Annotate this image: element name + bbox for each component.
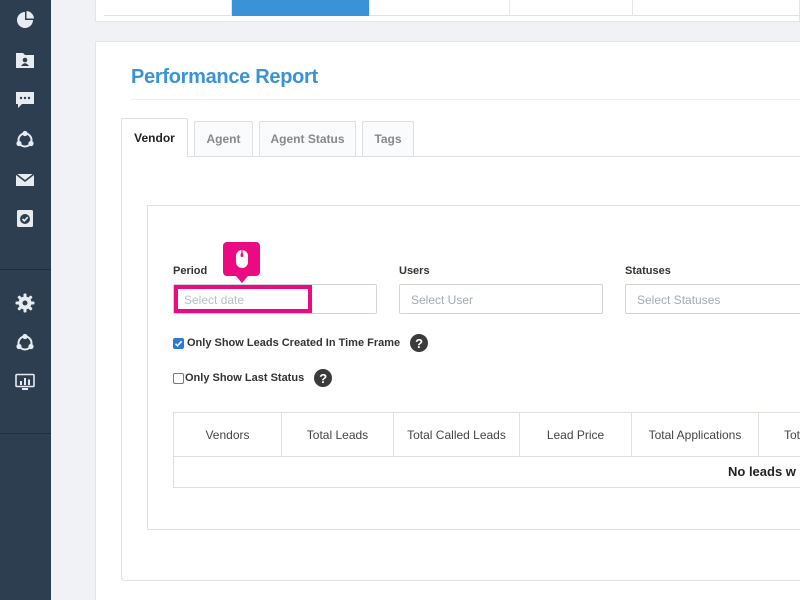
checkmark-icon xyxy=(174,340,183,347)
tab-agent[interactable]: Agent xyxy=(194,121,253,156)
col-header-total-called-leads[interactable]: Total Called Leads xyxy=(394,413,520,456)
statuses-placeholder: Select Statuses xyxy=(637,293,721,307)
top-segment[interactable] xyxy=(370,0,510,16)
users-select[interactable]: Select User xyxy=(399,284,603,314)
only-created-checkbox[interactable] xyxy=(173,337,184,349)
share-network-icon[interactable] xyxy=(13,331,37,355)
col-header-vendors[interactable]: Vendors xyxy=(174,413,282,456)
page-title: Performance Report xyxy=(131,66,318,88)
col-header-truncated[interactable]: Tot xyxy=(759,413,800,456)
top-segment-active[interactable] xyxy=(232,0,370,16)
mouse-click-indicator xyxy=(223,242,260,283)
tab-agent-status[interactable]: Agent Status xyxy=(259,121,356,156)
clipboard-check-icon[interactable] xyxy=(13,206,37,230)
only-created-label: Only Show Leads Created In Time Frame xyxy=(187,337,401,349)
title-divider xyxy=(131,99,800,100)
only-created-option: Only Show Leads Created In Time Frame ? xyxy=(173,334,429,352)
col-header-total-leads[interactable]: Total Leads xyxy=(282,413,394,456)
gear-icon[interactable] xyxy=(13,291,37,315)
chat-bubble-icon[interactable] xyxy=(13,88,37,112)
sidebar xyxy=(0,0,51,600)
contact-folder-icon[interactable] xyxy=(13,48,37,72)
period-label: Period xyxy=(173,265,208,277)
top-segment[interactable] xyxy=(104,0,232,16)
col-header-total-applications[interactable]: Total Applications xyxy=(632,413,759,456)
only-last-status-option: Only Show Last Status ? xyxy=(173,369,333,387)
sidebar-divider xyxy=(0,433,51,434)
top-segment[interactable] xyxy=(510,0,633,16)
mouse-icon xyxy=(235,250,248,268)
only-last-status-checkbox[interactable] xyxy=(173,372,184,384)
top-strip xyxy=(95,0,800,22)
tab-tags[interactable]: Tags xyxy=(362,121,414,156)
users-placeholder: Select User xyxy=(411,293,474,307)
statuses-select[interactable]: Select Statuses xyxy=(625,284,800,314)
pie-chart-icon[interactable] xyxy=(13,8,37,32)
sidebar-divider xyxy=(0,269,51,270)
vendor-table: Vendors Total Leads Total Called Leads L… xyxy=(173,412,800,488)
col-header-lead-price[interactable]: Lead Price xyxy=(520,413,632,456)
period-placeholder: Select date xyxy=(184,293,245,307)
period-date-highlight[interactable]: Select date xyxy=(174,285,312,313)
table-header-divider xyxy=(174,456,800,457)
monitor-chart-icon[interactable] xyxy=(13,370,37,394)
help-icon[interactable]: ? xyxy=(314,369,333,387)
share-network-icon[interactable] xyxy=(13,128,37,152)
tab-vendor[interactable]: Vendor xyxy=(121,118,188,157)
empty-message: No leads w xyxy=(728,464,796,479)
users-label: Users xyxy=(399,265,430,277)
only-last-status-label: Only Show Last Status xyxy=(185,372,305,384)
statuses-label: Statuses xyxy=(625,265,671,277)
top-segmented-bar xyxy=(104,0,800,16)
envelope-icon[interactable] xyxy=(13,168,37,192)
help-icon[interactable]: ? xyxy=(410,334,429,352)
